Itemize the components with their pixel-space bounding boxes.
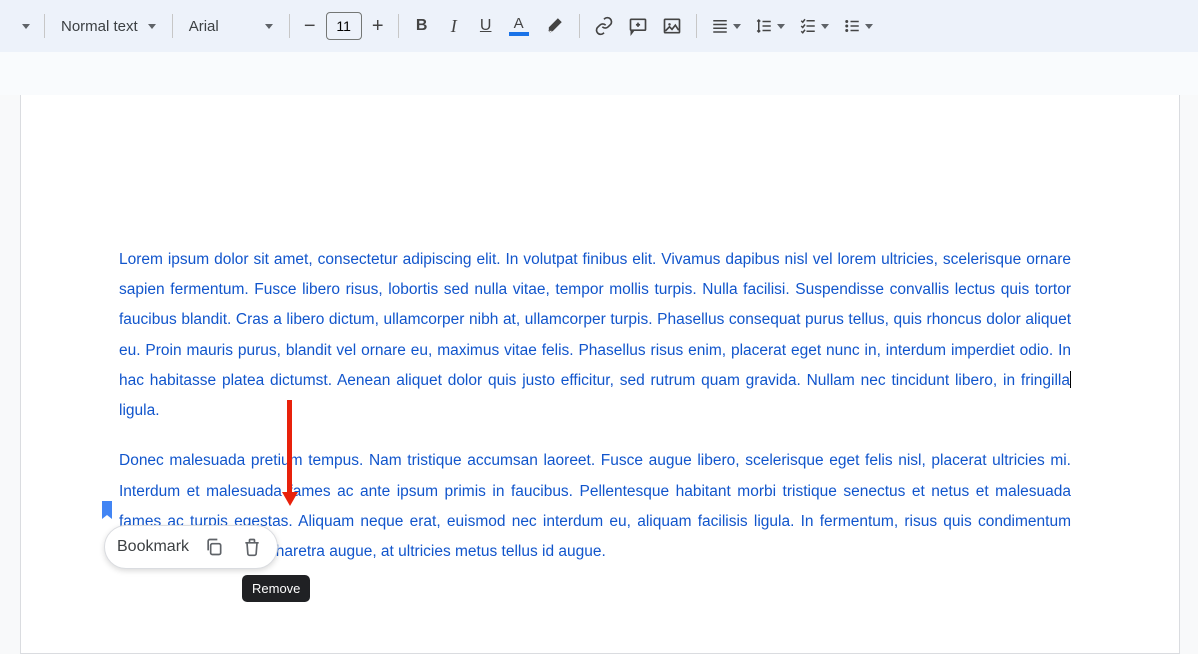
underline-button[interactable]: U	[471, 8, 501, 44]
separator	[44, 14, 45, 38]
highlighter-icon	[543, 15, 565, 37]
comment-plus-icon	[628, 16, 648, 36]
decrease-font-size-button[interactable]: −	[298, 15, 322, 38]
add-comment-button[interactable]	[622, 8, 654, 44]
separator	[172, 14, 173, 38]
separator	[398, 14, 399, 38]
insert-link-button[interactable]	[588, 8, 620, 44]
remove-tooltip-label: Remove	[252, 581, 300, 596]
remove-tooltip: Remove	[242, 575, 310, 602]
increase-font-size-button[interactable]: +	[366, 15, 390, 38]
chevron-down-icon	[148, 24, 156, 29]
separator	[579, 14, 580, 38]
text-color-swatch	[509, 32, 529, 36]
image-icon	[662, 16, 682, 36]
separator	[696, 14, 697, 38]
chevron-down-icon	[821, 24, 829, 29]
font-size-group: − +	[298, 12, 390, 40]
text-color-icon: A	[514, 16, 524, 31]
chevron-down-icon	[865, 24, 873, 29]
paragraph-style-label: Normal text	[61, 18, 138, 35]
checklist-icon	[799, 17, 817, 35]
text-cursor	[1070, 371, 1071, 388]
paragraph-1-tail: ligula.	[119, 402, 160, 419]
italic-button[interactable]: I	[439, 8, 469, 44]
insert-image-button[interactable]	[656, 8, 688, 44]
paragraph-style-select[interactable]: Normal text	[53, 8, 164, 44]
paragraph-1-text: Lorem ipsum dolor sit amet, consectetur …	[119, 251, 1071, 389]
font-size-input[interactable]	[326, 12, 362, 40]
bookmark-popover-label: Bookmark	[117, 538, 189, 556]
trash-icon	[242, 537, 262, 557]
align-icon	[711, 17, 729, 35]
bulleted-list-button[interactable]	[837, 8, 879, 44]
highlight-color-button[interactable]	[537, 8, 571, 44]
chevron-down-icon	[265, 24, 273, 29]
align-button[interactable]	[705, 8, 747, 44]
chevron-down-icon	[777, 24, 785, 29]
bulleted-list-icon	[843, 17, 861, 35]
editor-canvas: Lorem ipsum dolor sit amet, consectetur …	[0, 95, 1198, 654]
font-family-select[interactable]: Arial	[181, 8, 281, 44]
text-color-button[interactable]: A	[503, 8, 535, 44]
remove-bookmark-button[interactable]	[239, 534, 265, 560]
link-icon	[594, 16, 614, 36]
copy-bookmark-link-button[interactable]	[201, 534, 227, 560]
bookmark-popover: Bookmark	[104, 525, 278, 569]
document-page[interactable]: Lorem ipsum dolor sit amet, consectetur …	[20, 95, 1180, 654]
chevron-down-icon	[733, 24, 741, 29]
separator	[289, 14, 290, 38]
paragraph-1[interactable]: Lorem ipsum dolor sit amet, consectetur …	[119, 245, 1071, 426]
bold-button[interactable]: B	[407, 8, 437, 44]
copy-icon	[204, 537, 224, 557]
more-before-button[interactable]	[6, 8, 36, 44]
line-spacing-icon	[755, 17, 773, 35]
toolbar: Normal text Arial − + B I U A	[0, 0, 1198, 52]
line-spacing-button[interactable]	[749, 8, 791, 44]
bookmark-marker-icon[interactable]	[100, 501, 114, 519]
font-family-label: Arial	[189, 18, 219, 35]
checklist-button[interactable]	[793, 8, 835, 44]
